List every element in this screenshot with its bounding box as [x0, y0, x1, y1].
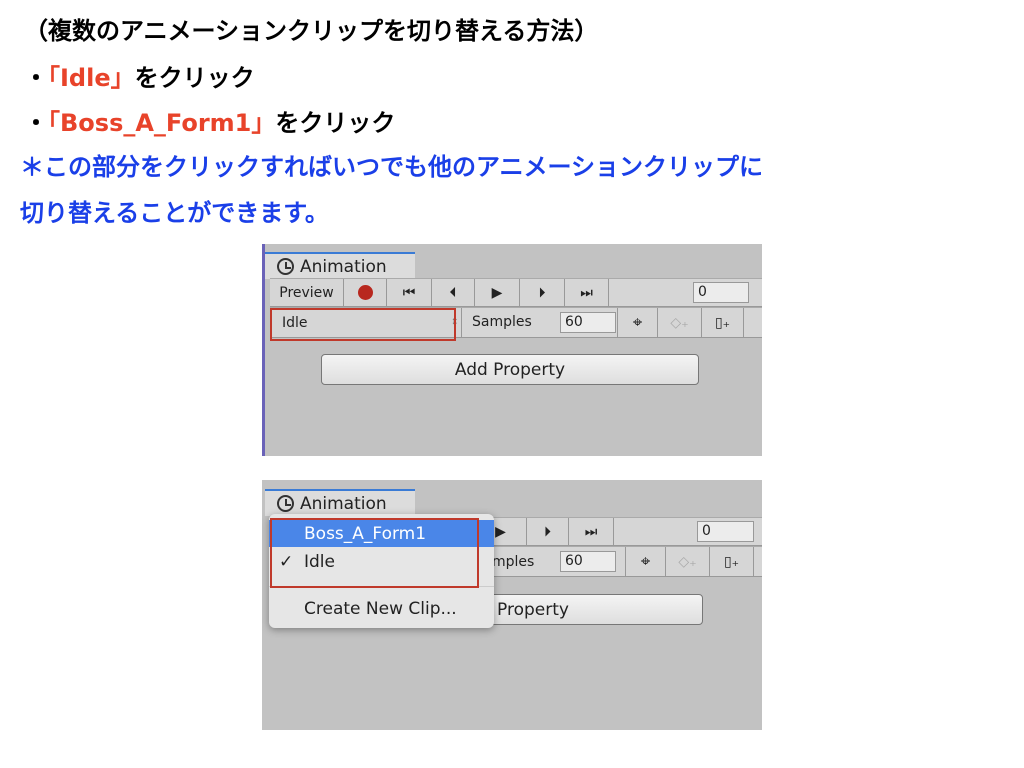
last-key-button[interactable]: ⏭ — [565, 279, 609, 306]
prev-key-icon: ⏴ — [449, 284, 457, 301]
bullet: ・ — [24, 64, 48, 92]
crosshair-icon: ⌖ — [640, 551, 651, 572]
play-button[interactable]: ▶ — [475, 279, 520, 306]
note-line-2: 切り替えることができます。 — [20, 199, 329, 227]
play-icon: ▶ — [491, 284, 503, 301]
tab-label: Animation — [300, 493, 387, 514]
samples-label: Samples — [472, 314, 532, 330]
note-line-1: ＊この部分をクリックすればいつでも他のアニメーションクリップに — [20, 153, 764, 181]
animation-window-2: Animation ▶ ⏵ ⏭ 0 mples 60 ⌖ ◇₊ ▯₊ Prope… — [262, 480, 762, 730]
bullet-text: をクリック — [134, 64, 255, 92]
add-keyframe-icon: ◇₊ — [678, 553, 697, 570]
next-key-icon: ⏵ — [538, 284, 546, 301]
add-event-icon: ▯₊ — [723, 553, 740, 570]
samples-label: mples — [492, 554, 535, 570]
bullet-text: をクリック — [275, 109, 396, 137]
menu-item-create-new-clip[interactable]: Create New Clip... — [269, 595, 494, 622]
crosshair-icon: ⌖ — [632, 312, 643, 333]
annotation-box — [270, 308, 456, 341]
slide-title: （複数のアニメーションクリップを切り替える方法） — [24, 17, 599, 45]
prev-key-button[interactable]: ⏴ — [432, 279, 475, 306]
play-icon: ▶ — [495, 523, 506, 540]
clock-icon — [277, 258, 294, 275]
annotation-box — [270, 518, 479, 588]
bullet: ・ — [24, 109, 48, 137]
keyframe-mode-button[interactable]: ⌖ — [625, 547, 666, 576]
add-keyframe-button[interactable]: ◇₊ — [658, 308, 702, 337]
bullet-boss: ・「Boss_A_Form1」をクリック — [24, 108, 395, 138]
preview-button[interactable]: Preview — [270, 279, 344, 306]
last-key-icon: ⏭ — [584, 523, 598, 540]
last-key-icon: ⏭ — [580, 284, 593, 301]
tab-label: Animation — [300, 256, 387, 277]
samples-field[interactable]: 60 — [560, 312, 616, 333]
keyframe-mode-button[interactable]: ⌖ — [617, 308, 658, 337]
add-event-button[interactable]: ▯₊ — [710, 547, 754, 576]
first-key-icon: ⏮ — [402, 284, 416, 301]
record-button[interactable] — [344, 279, 387, 306]
highlight-boss: 「Boss_A_Form1」 — [48, 109, 276, 137]
add-keyframe-button[interactable]: ◇₊ — [666, 547, 710, 576]
next-key-icon: ⏵ — [544, 523, 551, 540]
tab-animation[interactable]: Animation — [265, 489, 415, 516]
tab-animation[interactable]: Animation — [265, 252, 415, 279]
add-event-button[interactable]: ▯₊ — [702, 308, 744, 337]
first-key-button[interactable]: ⏮ — [387, 279, 432, 306]
frame-field[interactable]: 0 — [693, 282, 749, 303]
clock-icon — [277, 495, 294, 512]
bullet-idle: ・「Idle」をクリック — [24, 63, 255, 93]
next-key-button[interactable]: ⏵ — [527, 518, 569, 545]
add-event-icon: ▯₊ — [714, 314, 731, 331]
highlight-idle: 「Idle」 — [48, 64, 135, 92]
add-keyframe-icon: ◇₊ — [670, 314, 689, 331]
samples-field[interactable]: 60 — [560, 551, 616, 572]
last-key-button[interactable]: ⏭ — [569, 518, 614, 545]
next-key-button[interactable]: ⏵ — [520, 279, 565, 306]
record-icon — [357, 285, 373, 300]
animation-window-1: Animation Preview ⏮ ⏴ ▶ ⏵ ⏭ 0 Idle ⇕ Samp… — [262, 244, 762, 456]
add-property-button[interactable]: Add Property — [321, 354, 699, 385]
frame-field[interactable]: 0 — [697, 521, 754, 542]
playback-toolbar: Preview ⏮ ⏴ ▶ ⏵ ⏭ 0 — [270, 278, 762, 307]
